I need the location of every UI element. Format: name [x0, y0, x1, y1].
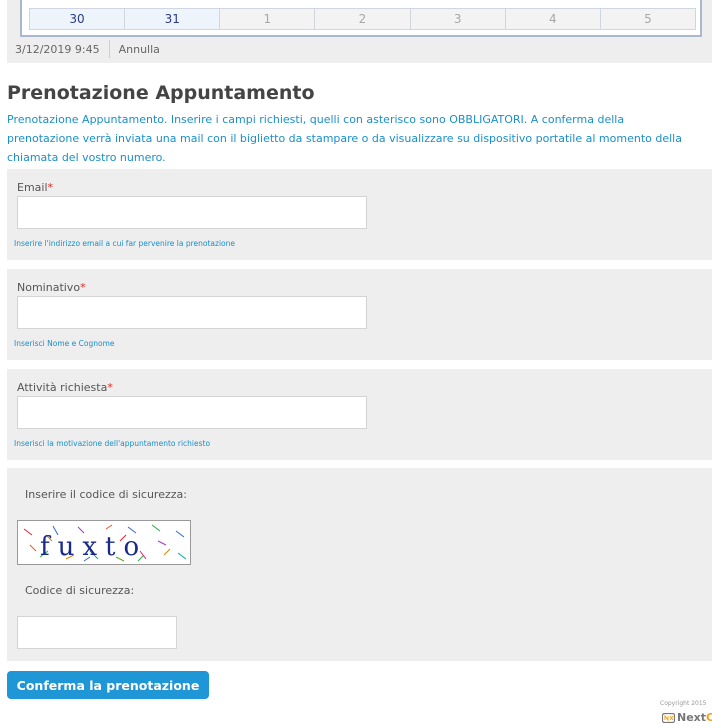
captcha-noise: fuxto — [23, 524, 187, 562]
activity-section: Attività richiesta* Inserisci la motivaz… — [7, 369, 712, 460]
activity-field[interactable] — [17, 396, 367, 429]
email-section: Email* Inserire l'indirizzo email a cui … — [7, 169, 712, 260]
brand-name: Next — [677, 711, 707, 724]
captcha-code-label: Codice di sicurezza: — [25, 584, 135, 597]
captcha-prompt: Inserire il codice di sicurezza: — [25, 488, 187, 501]
brand-logo: Next C — [662, 711, 712, 724]
activity-label-text: Attività richiesta — [17, 381, 108, 394]
copyright-text: Copyright 2015 — [660, 700, 707, 707]
calendar-day-other-month[interactable]: 4 — [504, 8, 601, 30]
captcha-section: Inserire il codice di sicurezza: fuxto C… — [7, 468, 712, 661]
calendar-day[interactable]: 30 — [29, 8, 126, 30]
email-label-text: Email — [17, 181, 48, 194]
captcha-text: fuxto — [40, 532, 147, 562]
email-field[interactable] — [17, 196, 367, 229]
required-marker: * — [47, 181, 54, 194]
brand-accent: C — [706, 711, 712, 724]
divider — [108, 40, 110, 58]
name-hint: Inserisci Nome e Cognome — [14, 339, 115, 348]
activity-label: Attività richiesta* — [17, 381, 113, 394]
cancel-link[interactable]: Annulla — [119, 43, 160, 56]
name-field[interactable] — [17, 296, 367, 329]
activity-hint: Inserisci la motivazione dell'appuntamen… — [14, 439, 211, 448]
calendar-day[interactable]: 31 — [124, 8, 221, 30]
calendar-day-other-month[interactable]: 3 — [409, 8, 506, 30]
calendar-week-row: 30 31 1 2 3 4 5 — [29, 8, 696, 30]
calendar-day-other-month[interactable]: 5 — [599, 8, 696, 30]
email-label: Email* — [17, 181, 53, 194]
calendar-panel: 30 31 1 2 3 4 5 3/12/2019 9:45 Annulla — [7, 0, 712, 63]
captcha-field[interactable] — [17, 616, 177, 649]
calendar-footer: 3/12/2019 9:45 Annulla — [15, 40, 160, 58]
name-label: Nominativo* — [17, 281, 86, 294]
intro-text: Prenotazione Appuntamento. Inserire i ca… — [7, 110, 712, 167]
intro-line: chiamata del vostro numero. — [7, 151, 166, 164]
intro-line: Prenotazione Appuntamento. Inserire i ca… — [7, 113, 625, 126]
selected-datetime: 3/12/2019 9:45 — [15, 42, 100, 56]
name-label-text: Nominativo — [17, 281, 81, 294]
calendar-day-other-month[interactable]: 1 — [219, 8, 316, 30]
email-hint: Inserire l'indirizzo email a cui far per… — [14, 239, 235, 248]
confirm-booking-button[interactable]: Conferma la prenotazione — [7, 671, 209, 699]
required-marker: * — [80, 281, 86, 294]
calendar-day-other-month[interactable]: 2 — [314, 8, 411, 30]
name-section: Nominativo* Inserisci Nome e Cognome — [7, 269, 712, 360]
required-marker: * — [107, 381, 113, 394]
calendar-grid: 30 31 1 2 3 4 5 — [20, 0, 702, 37]
brand-mark-icon — [662, 712, 675, 723]
page-title: Prenotazione Appuntamento — [7, 82, 315, 104]
intro-line: prenotazione verrà inviata una mail con … — [7, 132, 682, 145]
captcha-image: fuxto — [17, 520, 191, 565]
